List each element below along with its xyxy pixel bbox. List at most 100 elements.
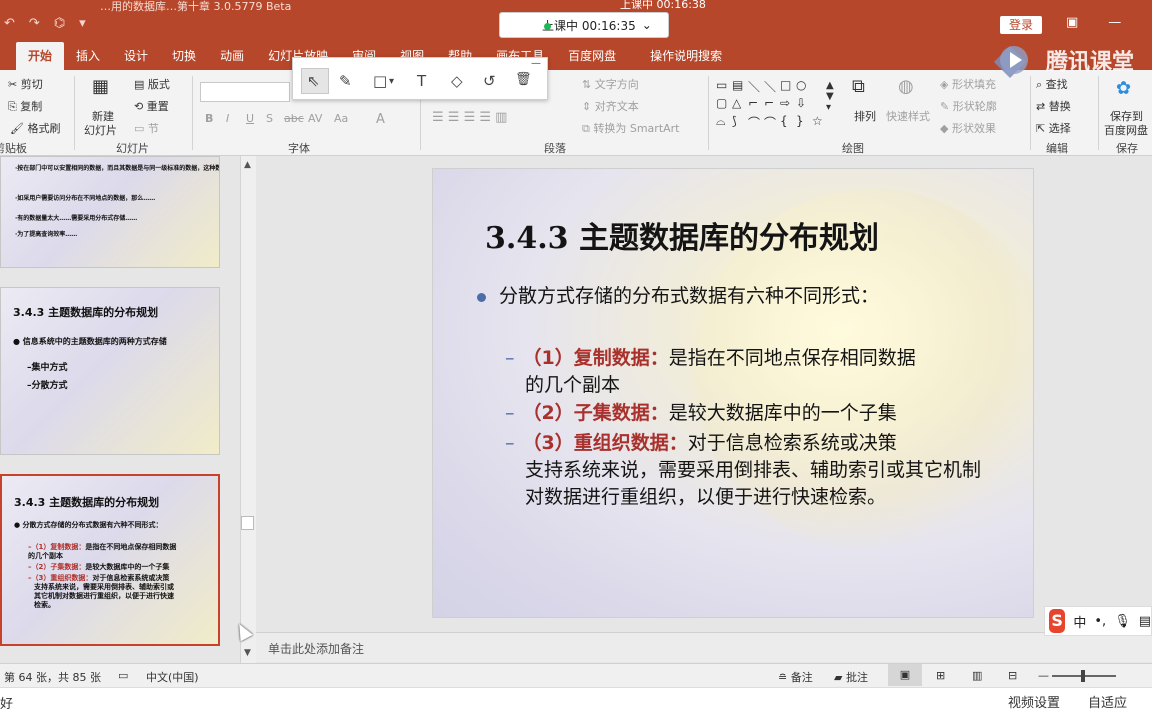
layout-button[interactable]: ▤ 版式: [134, 76, 170, 92]
shape-fill-button[interactable]: ◈ 形状填充: [940, 76, 996, 92]
scroll-up-icon[interactable]: ▲: [244, 160, 251, 170]
copy-icon: ⎘: [8, 100, 21, 113]
pen-icon[interactable]: ✎: [339, 72, 352, 90]
shapes-gallery[interactable]: ▭ ▤ ＼ ＼ □ ○ ▢ △ ⌐ ⌐ ⇨ ⇩ ⌓ ⟆ ⌒ ⌒{} ☆: [716, 78, 828, 132]
slide-subitem-2[interactable]: – （2）子集数据：是较大数据库中的一个子集: [505, 400, 1025, 427]
ime-more-icon[interactable]: ▤: [1139, 614, 1151, 629]
tab-home[interactable]: 开始: [16, 42, 65, 70]
cursor-select-icon: ⇱: [1036, 122, 1049, 135]
replace-button[interactable]: ⇄ 替换: [1036, 98, 1071, 114]
cut-button[interactable]: ✂ 剪切: [8, 76, 43, 92]
undo-icon[interactable]: ↺: [483, 72, 496, 90]
select-button[interactable]: ⇱ 选择: [1036, 120, 1071, 136]
quick-styles-button[interactable]: 快速样式: [886, 108, 930, 124]
format-painter-button[interactable]: 🖌 格式刷: [10, 120, 60, 136]
char-spacing-button[interactable]: AV: [308, 112, 322, 125]
spell-check-icon[interactable]: ▭: [118, 669, 128, 682]
redo-icon[interactable]: ↷: [29, 16, 40, 31]
normal-view-button[interactable]: ▣: [888, 664, 922, 686]
tab-animations[interactable]: 动画: [208, 42, 256, 70]
live-status-pill[interactable]: 上课中 00:16:35 ⌄: [499, 12, 669, 38]
scissors-icon: ✂: [8, 78, 21, 91]
change-case-button[interactable]: Aa: [334, 112, 348, 125]
tab-insert[interactable]: 插入: [64, 42, 112, 70]
tab-baidu-netdisk[interactable]: 百度网盘: [556, 42, 628, 70]
align-icons[interactable]: ☰ ☰ ☰ ☰ ▥: [432, 110, 507, 125]
trash-icon[interactable]: 🗑: [515, 72, 532, 87]
ime-punctuation[interactable]: •,: [1094, 614, 1106, 629]
strikethrough-button[interactable]: abc: [284, 112, 304, 125]
font-color-button[interactable]: A: [376, 112, 385, 127]
tab-transitions[interactable]: 切换: [160, 42, 208, 70]
sogou-logo-icon[interactable]: S: [1049, 609, 1066, 633]
copy-button[interactable]: ⎘ 复制: [8, 98, 42, 114]
login-button[interactable]: 登录: [1000, 16, 1042, 34]
auto-fit-button[interactable]: 自适应: [1088, 692, 1127, 711]
arrange-icon[interactable]: ⧉: [852, 76, 865, 97]
present-icon[interactable]: ⌬: [54, 16, 65, 31]
shape-effects-button[interactable]: ◆ 形状效果: [940, 120, 996, 136]
scroll-down-icon[interactable]: ▼: [244, 648, 251, 658]
notes-pane[interactable]: [256, 632, 1152, 662]
tab-tell-me[interactable]: 操作说明搜索: [628, 42, 734, 70]
italic-button[interactable]: I: [226, 112, 229, 125]
tab-design[interactable]: 设计: [112, 42, 160, 70]
comments-toggle-button[interactable]: ▰ 批注: [834, 669, 868, 685]
smartart-button[interactable]: ⧉ 转换为 SmartArt: [582, 120, 680, 136]
save-to-label-2[interactable]: 百度网盘: [1104, 122, 1148, 138]
new-slide-icon[interactable]: ▦: [92, 76, 109, 97]
slideshow-view-button[interactable]: ⊟: [1008, 669, 1017, 682]
text-tool-icon[interactable]: T: [417, 72, 426, 90]
microphone-icon[interactable]: 🎙: [1114, 614, 1131, 629]
scroll-thumb[interactable]: [241, 516, 254, 530]
customize-qat-icon[interactable]: ▾: [79, 16, 86, 31]
slide-title[interactable]: 3.4.3 主题数据库的分布规划: [485, 213, 879, 257]
notes-placeholder[interactable]: 单击此处添加备注: [268, 640, 364, 657]
dash-marker: –: [505, 347, 515, 369]
notes-toggle-button[interactable]: ≘ 备注: [778, 669, 813, 685]
eraser-icon[interactable]: ◇: [451, 72, 463, 90]
slide-sorter-view-button[interactable]: ⊞: [936, 669, 945, 682]
text-direction-icon: ⇅: [582, 78, 595, 91]
arrange-button[interactable]: 排列: [854, 108, 876, 124]
minimize-icon[interactable]: —: [531, 58, 541, 69]
chevron-down-icon[interactable]: ▾: [389, 76, 394, 87]
slide-thumbnail-62[interactable]: ·按在部门中可以安置相同的数据，而且其数据是与同一级标准的数据，这种数据被重复存…: [0, 156, 220, 268]
ime-language[interactable]: 中: [1073, 612, 1086, 631]
zoom-out-icon[interactable]: —: [1038, 669, 1049, 682]
slide-subitem-3[interactable]: – （3）重组织数据：对于信息检索系统或决策 支持系统来说，需要采用倒排表、辅助索…: [505, 430, 1025, 511]
new-slide-label-2[interactable]: 幻灯片: [84, 122, 117, 138]
ime-toolbar: S 中 •, 🎙 ▤: [1044, 606, 1152, 636]
section-icon: ▭: [134, 122, 148, 135]
zoom-slider-thumb[interactable]: [1081, 670, 1085, 682]
rectangle-icon[interactable]: □: [373, 72, 387, 90]
font-family-select[interactable]: [200, 82, 290, 102]
underline-button[interactable]: U: [246, 112, 254, 125]
quick-styles-icon[interactable]: ◍: [898, 76, 914, 97]
slide-subitem-1[interactable]: – （1）复制数据：是指在不同地点保存相同数据 的几个副本: [505, 345, 1025, 399]
language-indicator[interactable]: 中文(中国): [146, 669, 199, 685]
current-slide[interactable]: 3.4.3 主题数据库的分布规划 分散方式存储的分布式数据有六种不同形式： – （…: [432, 168, 1034, 618]
section-button[interactable]: ▭ 节: [134, 120, 159, 136]
subitem-continuation: 的几个副本: [525, 374, 621, 396]
align-text-button[interactable]: ⇕ 对齐文本: [582, 98, 639, 114]
slide-bullet-text[interactable]: 分散方式存储的分布式数据有六种不同形式：: [499, 281, 879, 308]
text-direction-button[interactable]: ⇅ 文字方向: [582, 76, 639, 92]
gallery-scroll-icon[interactable]: ▲ ▼ ▾: [826, 80, 834, 113]
ribbon-display-icon[interactable]: ▣: [1066, 15, 1078, 30]
shadow-button[interactable]: S: [266, 112, 273, 125]
slide-thumbnails-pane: ·按在部门中可以安置相同的数据，而且其数据是与同一级标准的数据，这种数据被重复存…: [0, 156, 240, 664]
shape-outline-button[interactable]: ✎ 形状轮廓: [940, 98, 997, 114]
comment-icon: ▰: [834, 671, 846, 684]
group-label-font: 字体: [288, 142, 310, 155]
select-arrow-icon[interactable]: ⇖: [307, 72, 320, 90]
reset-button[interactable]: ⟲ 重置: [134, 98, 169, 114]
bold-button[interactable]: B: [205, 112, 213, 125]
slide-thumbnail-64-selected[interactable]: 3.4.3 主题数据库的分布规划 ● 分散方式存储的分布式数据有六种不同形式： …: [0, 474, 220, 646]
thumbnails-scrollbar[interactable]: ▲ ▼: [240, 156, 256, 664]
reading-view-button[interactable]: ▥: [972, 669, 982, 682]
slide-thumbnail-63[interactable]: 3.4.3 主题数据库的分布规划 ● 信息系统中的主题数据库的两种方式存储 –集…: [0, 287, 220, 455]
minimize-icon[interactable]: —: [1108, 15, 1121, 30]
undo-icon[interactable]: ↶: [4, 16, 15, 31]
video-settings-button[interactable]: 视频设置: [1008, 692, 1060, 711]
